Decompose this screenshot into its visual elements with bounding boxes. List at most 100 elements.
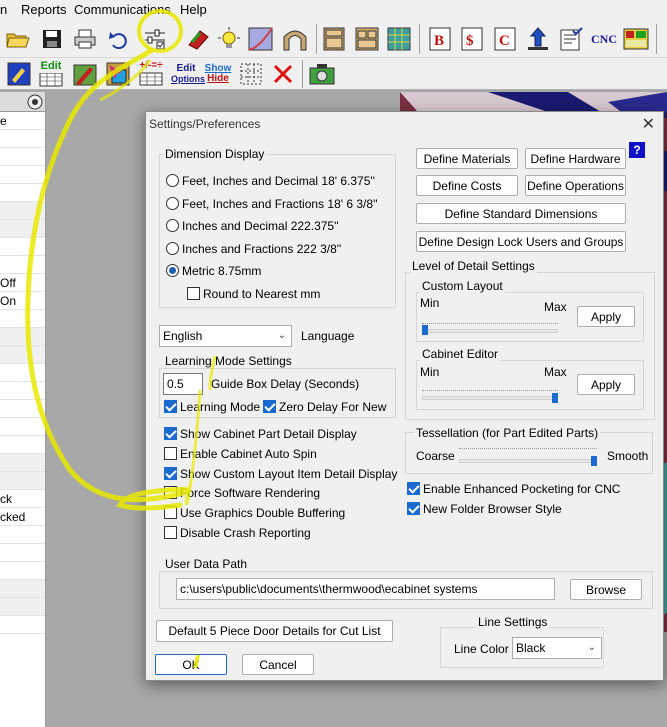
export-button[interactable] — [525, 26, 551, 52]
edit-part-button[interactable] — [72, 61, 98, 87]
property-row[interactable] — [0, 130, 45, 148]
show-hide-button[interactable]: Show Hide — [203, 61, 233, 87]
bid-report-button[interactable]: B — [427, 26, 453, 52]
learning-mode-checkbox[interactable] — [164, 400, 177, 413]
tessellation-slider-thumb[interactable] — [591, 456, 597, 466]
open-folder-button[interactable] — [5, 26, 31, 52]
right-option-checkbox[interactable] — [407, 502, 420, 515]
option-checkbox[interactable] — [164, 526, 177, 539]
define-costs-button[interactable]: Define Costs — [416, 175, 518, 196]
property-row[interactable] — [0, 382, 45, 400]
pin-icon[interactable] — [27, 94, 43, 110]
settings-preferences-button[interactable] — [143, 26, 169, 52]
help-icon[interactable]: ? — [629, 142, 645, 158]
cnc-button[interactable]: CNC — [589, 26, 619, 52]
property-row[interactable] — [0, 418, 45, 436]
cabinet-list-button[interactable] — [354, 26, 380, 52]
edit-mode-button[interactable] — [6, 61, 32, 87]
option-checkbox[interactable] — [164, 466, 177, 480]
menu-item-communications[interactable]: Communications — [74, 2, 171, 17]
save-button[interactable] — [39, 26, 65, 52]
light-button[interactable] — [216, 26, 242, 52]
define-standard-dimensions-button[interactable]: Define Standard Dimensions — [416, 203, 626, 224]
property-row[interactable] — [0, 220, 45, 238]
cabinet-editor-slider-thumb[interactable] — [552, 393, 558, 403]
guide-box-delay-input[interactable]: 0.5 — [163, 373, 203, 395]
close-icon[interactable]: ✕ — [642, 114, 655, 134]
property-row[interactable] — [0, 472, 45, 490]
operators-button[interactable]: +/-=÷ — [138, 61, 164, 87]
property-row[interactable] — [0, 616, 45, 634]
dimension-option-radio[interactable] — [166, 196, 179, 210]
define-hardware-button[interactable]: Define Hardware — [525, 148, 626, 169]
language-select[interactable]: English ⌄ — [159, 325, 292, 347]
property-row[interactable]: cked — [0, 508, 45, 526]
property-row[interactable] — [0, 436, 45, 454]
custom-layout-apply-button[interactable]: Apply — [577, 306, 635, 327]
texture-button[interactable] — [248, 26, 274, 52]
select-part-button[interactable] — [105, 61, 131, 87]
dimension-option-radio[interactable] — [166, 241, 179, 255]
cabinet-button[interactable] — [321, 26, 347, 52]
option-checkbox[interactable] — [164, 427, 177, 440]
panel-layout-button[interactable] — [623, 26, 649, 52]
ok-button[interactable]: OK — [155, 654, 227, 675]
menu-item-help[interactable]: Help — [180, 2, 207, 17]
document-check-button[interactable] — [558, 26, 584, 52]
property-row[interactable] — [0, 544, 45, 562]
property-row[interactable] — [0, 202, 45, 220]
property-row[interactable]: e — [0, 112, 45, 130]
custom-layout-slider[interactable] — [422, 329, 558, 333]
option-checkbox[interactable] — [164, 486, 177, 500]
property-row[interactable] — [0, 238, 45, 256]
undo-button[interactable] — [106, 26, 132, 52]
property-row[interactable] — [0, 148, 45, 166]
property-row[interactable]: Off — [0, 274, 45, 292]
user-data-path-input[interactable]: c:\users\public\documents\thermwood\ecab… — [176, 578, 555, 600]
property-row[interactable] — [0, 454, 45, 472]
dimension-option-radio[interactable] — [166, 264, 179, 277]
property-row[interactable] — [0, 580, 45, 598]
define-design-lock-button[interactable]: Define Design Lock Users and Groups — [416, 231, 626, 252]
select-area-button[interactable] — [238, 61, 264, 87]
property-row[interactable] — [0, 364, 45, 382]
default-5-piece-door-button[interactable]: Default 5 Piece Door Details for Cut Lis… — [156, 620, 393, 642]
property-row[interactable] — [0, 310, 45, 328]
custom-layout-slider-thumb[interactable] — [422, 325, 428, 335]
dimension-option-radio[interactable] — [166, 219, 179, 232]
property-row[interactable] — [0, 346, 45, 364]
menu-item-reports[interactable]: Reports — [21, 2, 67, 17]
dimension-option-radio[interactable] — [166, 174, 179, 187]
room-layout-button[interactable] — [386, 26, 412, 52]
cut-report-button[interactable]: C — [492, 26, 518, 52]
property-row[interactable]: On — [0, 292, 45, 310]
property-row[interactable] — [0, 526, 45, 544]
define-operations-button[interactable]: Define Operations — [525, 175, 626, 196]
property-row[interactable] — [0, 328, 45, 346]
cabinet-editor-slider[interactable] — [422, 396, 558, 400]
edit-options-button[interactable]: Edit Options — [171, 61, 205, 87]
edit-table-button[interactable]: Edit — [38, 61, 64, 87]
property-row[interactable] — [0, 562, 45, 580]
zero-delay-checkbox[interactable] — [263, 400, 276, 413]
define-materials-button[interactable]: Define Materials — [416, 148, 518, 169]
menu-item-partial[interactable]: n — [0, 2, 7, 17]
print-button[interactable] — [72, 26, 98, 52]
arch-button[interactable] — [282, 26, 308, 52]
line-color-select[interactable]: Black ⌄ — [512, 637, 602, 659]
round-to-nearest-mm-checkbox[interactable] — [187, 287, 200, 300]
property-row[interactable] — [0, 598, 45, 616]
right-option-checkbox[interactable] — [407, 482, 420, 495]
cancel-button[interactable]: Cancel — [242, 654, 314, 675]
delete-button[interactable] — [270, 61, 296, 87]
property-row[interactable] — [0, 400, 45, 418]
property-row[interactable] — [0, 184, 45, 202]
property-row[interactable]: ck — [0, 490, 45, 508]
tessellation-slider[interactable] — [459, 459, 597, 463]
paint-button[interactable] — [185, 26, 211, 52]
render-button[interactable] — [309, 61, 335, 87]
toolbar-overflow[interactable] — [660, 26, 667, 52]
option-checkbox[interactable] — [164, 446, 177, 460]
property-row[interactable] — [0, 256, 45, 274]
option-checkbox[interactable] — [164, 506, 177, 520]
